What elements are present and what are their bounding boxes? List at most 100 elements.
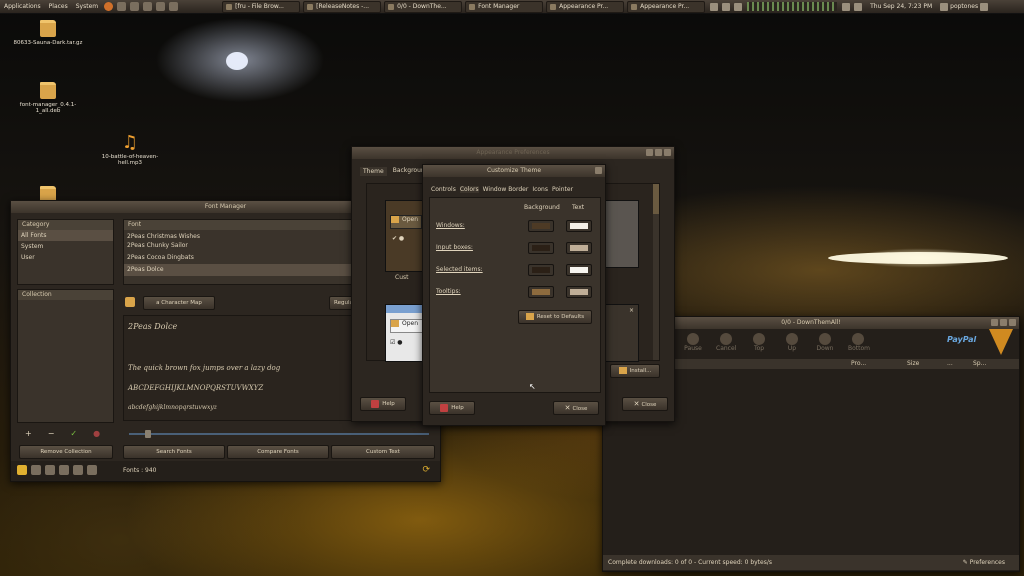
move-bottom-button[interactable]: Bottom xyxy=(848,333,870,352)
input-boxes-background-color-button[interactable] xyxy=(528,242,554,254)
customize-help-button[interactable]: Help xyxy=(429,401,475,415)
taskbar-item-appearance-1[interactable]: Appearance Pr... xyxy=(546,0,625,13)
export-icon[interactable] xyxy=(59,465,69,475)
tab-window-border[interactable]: Window Border xyxy=(483,186,529,193)
selected-items-label: Selected items: xyxy=(436,266,483,273)
refresh-icon[interactable]: ⟳ xyxy=(422,465,430,475)
tooltips-background-color-button[interactable] xyxy=(528,286,554,298)
category-system[interactable]: System xyxy=(18,241,113,252)
input-boxes-text-color-button[interactable] xyxy=(566,242,592,254)
preferences-button[interactable]: ✎ Preferences xyxy=(963,555,1005,570)
menu-applications[interactable]: Applications xyxy=(0,3,45,10)
clock[interactable]: Thu Sep 24, 7:23 PM xyxy=(870,3,932,10)
install-theme-button[interactable]: Install... xyxy=(610,364,660,378)
power-icon[interactable] xyxy=(980,2,989,11)
move-top-button[interactable]: Top xyxy=(749,333,769,352)
tab-controls[interactable]: Controls xyxy=(431,186,456,193)
windows-text-color-button[interactable] xyxy=(566,220,592,232)
appearance-close-button[interactable]: ✕ Close xyxy=(622,397,668,411)
add-collection-button[interactable]: + xyxy=(25,429,32,438)
mail-icon[interactable] xyxy=(117,2,127,11)
category-all-fonts[interactable]: All Fonts xyxy=(18,230,113,241)
taskbar-item-downthemall[interactable]: 0/0 - DownThe... xyxy=(384,0,463,13)
remove-collection-icon-button[interactable]: − xyxy=(48,429,55,438)
font-header[interactable]: Font xyxy=(124,220,354,230)
save-icon[interactable] xyxy=(73,465,83,475)
preview-size-slider[interactable] xyxy=(129,430,429,438)
minimize-icon[interactable] xyxy=(991,319,998,326)
customize-close-button[interactable]: ✕ Close xyxy=(553,401,599,415)
paypal-donate-button[interactable]: PayPal xyxy=(947,335,976,344)
font-row[interactable]: 2Peas Cocoa Dingbats xyxy=(124,252,354,264)
windows-background-color-button[interactable] xyxy=(528,220,554,232)
system-monitor-graph[interactable] xyxy=(747,2,838,11)
desktop-file-mp3[interactable]: ♫ 10-battle-of-heaven-hell.mp3 xyxy=(90,134,170,167)
font-row[interactable]: 2Peas Christmas Wishes xyxy=(124,230,354,240)
custom-text-button[interactable]: Custom Text xyxy=(331,445,435,459)
column-size[interactable]: Size xyxy=(907,359,919,369)
tab-theme[interactable]: Theme xyxy=(360,167,387,176)
appearance-help-button[interactable]: Help xyxy=(360,397,406,411)
slider-handle[interactable] xyxy=(145,430,151,438)
appearance-titlebar[interactable]: Appearance Preferences xyxy=(352,147,674,159)
remove-font-icon[interactable] xyxy=(45,465,55,475)
close-icon[interactable] xyxy=(664,149,671,156)
terminal-icon[interactable] xyxy=(130,2,140,11)
remove-collection-button[interactable]: Remove Collection xyxy=(19,445,113,459)
pause-button[interactable]: Pause xyxy=(683,333,703,352)
taskbar-item-release-notes[interactable]: [ReleaseNotes -... xyxy=(303,0,382,13)
selected-items-text-color-button[interactable] xyxy=(566,264,592,276)
column-speed[interactable]: Sp... xyxy=(973,359,986,369)
compare-fonts-button[interactable]: Compare Fonts xyxy=(227,445,329,459)
close-icon[interactable] xyxy=(595,167,602,174)
selected-items-background-color-button[interactable] xyxy=(528,264,554,276)
reset-to-defaults-button[interactable]: Reset to Defaults xyxy=(518,310,592,324)
font-info-icon[interactable] xyxy=(125,297,135,307)
network-icon[interactable] xyxy=(842,2,851,11)
disable-collection-button[interactable]: ● xyxy=(93,429,100,438)
volume-icon[interactable] xyxy=(854,2,863,11)
theme-list-scrollbar[interactable] xyxy=(653,184,659,360)
character-map-button[interactable]: a Character Map xyxy=(143,296,215,310)
tab-colors[interactable]: Colors xyxy=(459,186,479,193)
tools-icon[interactable] xyxy=(156,2,166,11)
tab-icons[interactable]: Icons xyxy=(532,186,548,193)
close-icon: ✕ xyxy=(564,404,571,412)
minimize-icon[interactable] xyxy=(646,149,653,156)
font-row-selected[interactable]: 2Peas Dolce xyxy=(124,264,354,276)
column-more[interactable]: ... xyxy=(947,359,953,369)
taskbar-item-font-manager[interactable]: Font Manager xyxy=(465,0,544,13)
editor-icon[interactable] xyxy=(143,2,153,11)
star-icon[interactable] xyxy=(17,465,27,475)
close-icon[interactable] xyxy=(1009,319,1016,326)
column-progress[interactable]: Pro... xyxy=(851,359,866,369)
desktop-file-sauna-dark[interactable]: 80633-Sauna-Dark.tar.gz xyxy=(8,20,88,46)
move-down-button[interactable]: Down xyxy=(815,333,835,352)
taskbar-item-appearance-2[interactable]: Appearance Pr... xyxy=(627,0,706,13)
user-name[interactable]: poptones xyxy=(950,3,978,10)
cancel-button[interactable]: Cancel xyxy=(716,333,736,352)
install-font-icon[interactable] xyxy=(31,465,41,475)
theme-thumbnail[interactable]: × xyxy=(603,304,639,362)
category-user[interactable]: User xyxy=(18,252,113,263)
desktop-file-font-manager-deb[interactable]: font-manager_0.4.1-1_all.deb xyxy=(8,82,88,114)
tray-icon[interactable] xyxy=(722,2,731,11)
customize-theme-titlebar[interactable]: Customize Theme xyxy=(423,165,605,177)
firefox-icon[interactable] xyxy=(104,2,114,11)
preferences-icon[interactable] xyxy=(87,465,97,475)
font-row[interactable]: 2Peas Chunky Sailor xyxy=(124,240,354,252)
theme-thumbnail[interactable] xyxy=(603,200,639,268)
tray-icon[interactable] xyxy=(734,2,743,11)
menu-places[interactable]: Places xyxy=(45,3,72,10)
enable-collection-button[interactable]: ✓ xyxy=(70,429,77,438)
tooltips-text-color-button[interactable] xyxy=(566,286,592,298)
close-window-icon[interactable] xyxy=(169,2,179,11)
tab-pointer[interactable]: Pointer xyxy=(552,186,573,193)
move-up-button[interactable]: Up xyxy=(782,333,802,352)
taskbar-item-file-browser[interactable]: [fru - File Brow... xyxy=(222,0,301,13)
tray-icon[interactable] xyxy=(710,2,719,11)
maximize-icon[interactable] xyxy=(1000,319,1007,326)
search-fonts-button[interactable]: Search Fonts xyxy=(123,445,225,459)
maximize-icon[interactable] xyxy=(655,149,662,156)
menu-system[interactable]: System xyxy=(72,3,102,10)
